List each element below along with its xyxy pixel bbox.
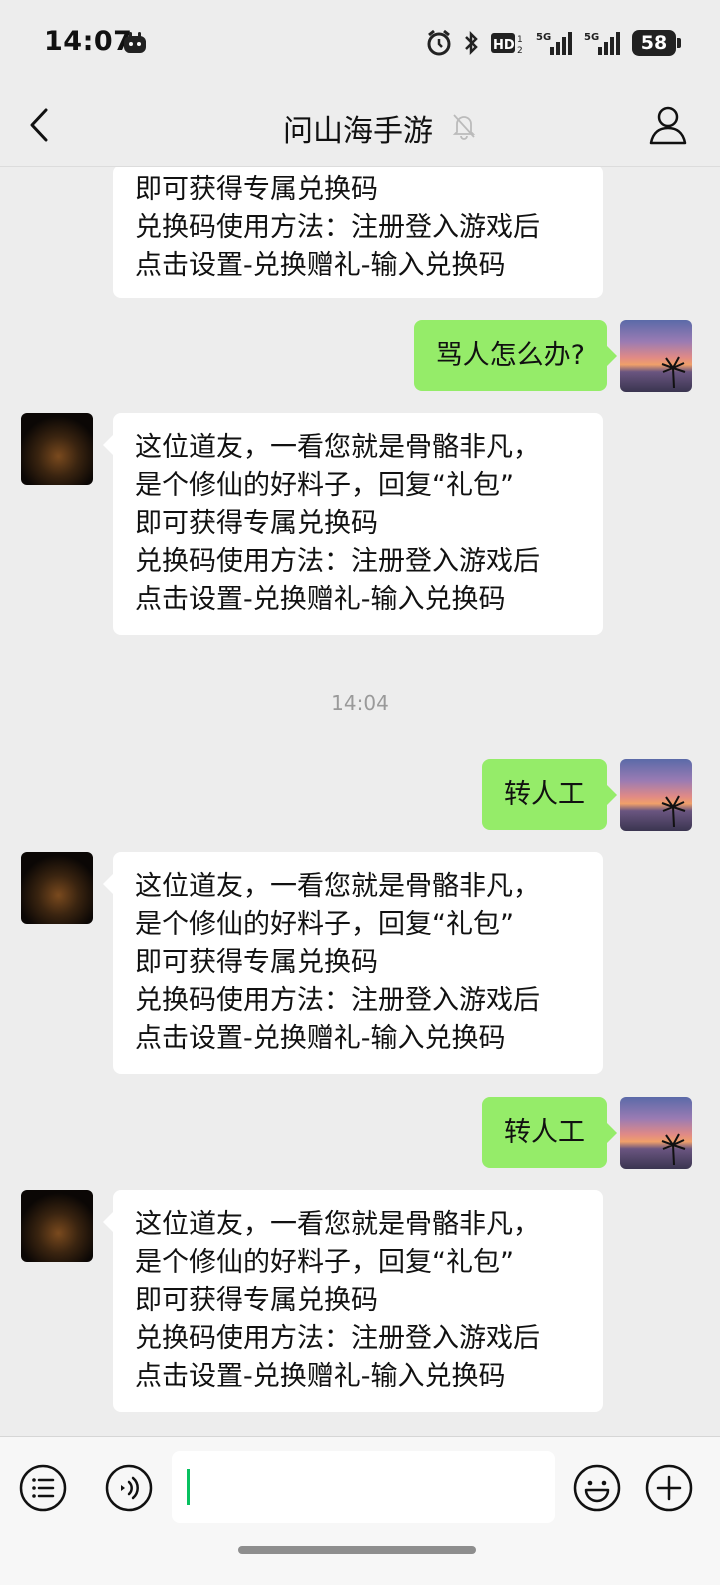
battery-icon: 58 (632, 30, 681, 56)
svg-text:1: 1 (517, 35, 523, 45)
palm-tree-icon (661, 795, 686, 827)
incoming-message-bubble[interactable]: 即可获得专属兑换码 兑换码使用方法：注册登入游戏后 点击设置-兑换赠礼-输入兑换… (113, 167, 603, 298)
timestamp-divider: 14:04 (331, 691, 389, 715)
status-icons: HD 1 2 5G 5G 58 (426, 28, 681, 58)
outgoing-message-bubble[interactable]: 转人工 (482, 759, 617, 830)
incoming-message-bubble[interactable]: 这位道友，一看您就是骨骼非凡， 是个修仙的好料子，回复“礼包” 即可获得专属兑换… (103, 413, 603, 635)
chat-header: 问山海手游 (0, 84, 720, 167)
bot-avatar[interactable] (21, 413, 93, 485)
chat-message-list[interactable]: 即可获得专属兑换码 兑换码使用方法：注册登入游戏后 点击设置-兑换赠礼-输入兑换… (0, 167, 720, 1449)
person-icon[interactable] (646, 102, 690, 148)
palm-tree-icon (661, 1133, 686, 1165)
svg-text:HD: HD (493, 38, 515, 53)
app-notification-icon (124, 32, 146, 53)
battery-level: 58 (640, 32, 668, 54)
outgoing-message-bubble[interactable]: 转人工 (482, 1097, 617, 1168)
chat-title: 问山海手游 (283, 114, 433, 149)
my-avatar[interactable] (620, 320, 692, 392)
text-caret (187, 1469, 190, 1505)
chat-input-bar (0, 1436, 720, 1585)
bot-avatar[interactable] (21, 852, 93, 924)
bluetooth-icon (465, 30, 478, 56)
5g-signal-icon: 5G (536, 32, 572, 55)
palm-tree-icon (661, 356, 686, 388)
home-indicator[interactable] (238, 1546, 476, 1554)
svg-text:5G: 5G (536, 32, 551, 43)
svg-text:5G: 5G (584, 32, 599, 43)
my-avatar[interactable] (620, 1097, 692, 1169)
status-time: 14:07 (44, 26, 133, 57)
mute-bell-icon (452, 114, 476, 140)
svg-text:2: 2 (517, 46, 523, 56)
chat-title-container: 问山海手游 (0, 106, 720, 150)
incoming-message-bubble[interactable]: 这位道友，一看您就是骨骼非凡， 是个修仙的好料子，回复“礼包” 即可获得专属兑换… (103, 1190, 603, 1412)
5g-signal-icon: 5G (584, 32, 620, 55)
outgoing-message-bubble[interactable]: 骂人怎么办? (413, 320, 618, 391)
menu-list-icon[interactable] (18, 1463, 68, 1513)
emoji-icon[interactable] (572, 1463, 622, 1513)
bot-avatar[interactable] (21, 1190, 93, 1262)
incoming-message-bubble[interactable]: 这位道友，一看您就是骨骼非凡， 是个修仙的好料子，回复“礼包” 即可获得专属兑换… (103, 852, 603, 1074)
my-avatar[interactable] (620, 759, 692, 831)
hd-icon: HD 1 2 (491, 33, 523, 56)
status-bar: 14:07 HD 1 2 5G 5G 58 (0, 0, 720, 84)
voice-icon[interactable] (104, 1463, 154, 1513)
plus-icon[interactable] (644, 1463, 694, 1513)
message-text-input[interactable] (172, 1451, 555, 1523)
alarm-icon (427, 29, 451, 56)
